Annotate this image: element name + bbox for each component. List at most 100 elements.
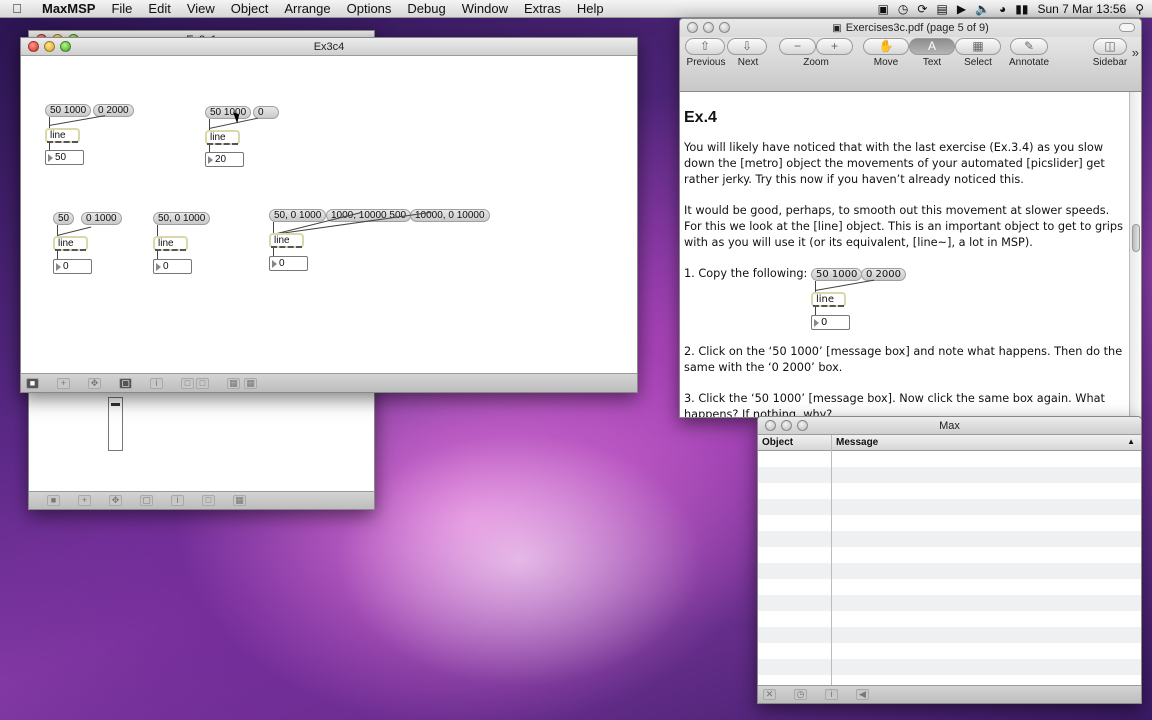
move-icon[interactable]: ✥ xyxy=(109,495,122,506)
message-box[interactable]: 50, 0 1000 xyxy=(269,209,327,222)
menu-arrange[interactable]: Arrange xyxy=(276,1,338,16)
close-icon[interactable] xyxy=(765,420,776,431)
slider-knob[interactable] xyxy=(111,403,120,406)
line-object[interactable]: line xyxy=(53,236,88,251)
menu-file[interactable]: File xyxy=(103,1,140,16)
info-icon[interactable]: i xyxy=(150,377,163,389)
lock-icon[interactable]: ■ xyxy=(26,377,39,389)
message-box[interactable]: 10000, 0 10000 xyxy=(410,209,490,222)
move-tool-button[interactable]: ✋ xyxy=(863,38,909,55)
display-icon[interactable]: ▤ xyxy=(936,2,947,16)
select-tool-button[interactable]: ▦ xyxy=(955,38,1001,55)
annotate-label: Annotate xyxy=(1008,57,1050,68)
zoom-label: Zoom xyxy=(803,57,829,68)
wifi-icon[interactable]: ◕ xyxy=(999,2,1006,16)
volume-icon[interactable]: 🔈 xyxy=(975,2,990,16)
add-icon[interactable]: + xyxy=(57,377,70,389)
max-console-window[interactable]: Max Object Message ▲ ✕ ◷ i ◀ xyxy=(757,416,1142,704)
number-box[interactable]: 0 xyxy=(153,259,192,274)
menu-view[interactable]: View xyxy=(179,1,223,16)
battery-icon[interactable]: ▮▮ xyxy=(1015,2,1028,16)
line-object[interactable]: line xyxy=(269,233,304,248)
presentation-icon[interactable]: ▢ xyxy=(119,377,132,389)
clear-icon[interactable]: ✕ xyxy=(763,689,776,700)
snap-icon[interactable]: ▦ xyxy=(244,377,257,389)
example-line-object: line xyxy=(811,292,846,307)
column-message[interactable]: Message xyxy=(836,437,878,448)
zoom-icon[interactable] xyxy=(797,420,808,431)
menu-options[interactable]: Options xyxy=(339,1,400,16)
line-object[interactable]: line xyxy=(45,128,80,143)
grid-icon[interactable]: ▦ xyxy=(233,495,246,506)
scrollbar-thumb[interactable] xyxy=(1132,224,1140,252)
toolbar-overflow-icon[interactable]: » xyxy=(1132,45,1139,60)
message-box[interactable]: 50 1000 xyxy=(205,106,252,119)
toolbar-toggle-icon[interactable] xyxy=(1119,23,1135,32)
message-box[interactable]: 0 1000 xyxy=(81,212,122,225)
grid-icon[interactable]: ▦ xyxy=(227,377,240,389)
annotate-button[interactable]: ✎ xyxy=(1010,38,1048,55)
number-box[interactable]: 20 xyxy=(205,152,244,167)
spotlight-search-icon[interactable]: ⚲ xyxy=(1135,2,1144,16)
info-icon[interactable]: i xyxy=(825,689,838,700)
menu-object[interactable]: Object xyxy=(223,1,277,16)
menu-help[interactable]: Help xyxy=(569,1,612,16)
text-tool-button[interactable]: A xyxy=(909,38,955,55)
menu-window[interactable]: Window xyxy=(454,1,516,16)
slider-widget[interactable] xyxy=(108,397,123,451)
preview-titlebar[interactable]: ▣ Exercises3c.pdf (page 5 of 9) xyxy=(680,19,1141,37)
layer-icon[interactable]: □ xyxy=(202,495,215,506)
add-icon[interactable]: + xyxy=(78,495,91,506)
close-icon[interactable] xyxy=(687,22,698,33)
menu-debug[interactable]: Debug xyxy=(399,1,453,16)
presentation-icon[interactable]: ▢ xyxy=(140,495,153,506)
paragraph: 2. Click on the ‘50 1000’ [message box] … xyxy=(684,345,1123,374)
minimize-icon[interactable] xyxy=(703,22,714,33)
info-icon[interactable]: i xyxy=(171,495,184,506)
patcher-front-titlebar[interactable]: Ex3c4 xyxy=(21,38,637,56)
zoom-icon[interactable] xyxy=(719,22,730,33)
pdf-page[interactable]: Ex.4 You will likely have noticed that w… xyxy=(680,92,1130,417)
sort-arrow-icon[interactable]: ▲ xyxy=(1127,437,1135,446)
zoom-icon[interactable] xyxy=(60,41,71,52)
sidebar-button[interactable]: ◫ xyxy=(1093,38,1127,55)
back-icon[interactable]: ◀ xyxy=(856,689,869,700)
column-object[interactable]: Object xyxy=(762,437,793,448)
console-rows[interactable] xyxy=(758,451,1141,685)
message-box[interactable]: 50, 0 1000 xyxy=(153,212,211,225)
number-box[interactable]: 0 xyxy=(269,256,308,271)
vertical-scrollbar[interactable] xyxy=(1129,92,1141,417)
number-box[interactable]: 50 xyxy=(45,150,84,165)
line-object[interactable]: line xyxy=(153,236,188,251)
camera-icon[interactable]: ▣ xyxy=(878,2,889,16)
minimize-icon[interactable] xyxy=(44,41,55,52)
move-label: Move xyxy=(873,57,899,68)
move-icon[interactable]: ✥ xyxy=(88,377,101,389)
preview-window[interactable]: ▣ Exercises3c.pdf (page 5 of 9) ⇧ ⇩ − + … xyxy=(679,18,1142,418)
layer-icon[interactable]: □ xyxy=(181,377,194,389)
play-icon[interactable]: ▶ xyxy=(957,2,966,16)
menu-clock[interactable]: Sun 7 Mar 13:56 xyxy=(1037,2,1126,16)
zoom-out-button[interactable]: − xyxy=(779,38,816,55)
close-icon[interactable] xyxy=(28,41,39,52)
number-box[interactable]: 0 xyxy=(53,259,92,274)
menu-extras[interactable]: Extras xyxy=(516,1,569,16)
apple-menu-icon[interactable]:  xyxy=(0,1,34,16)
layer-back-icon[interactable]: □ xyxy=(196,377,209,389)
zoom-in-button[interactable]: + xyxy=(816,38,853,55)
message-box[interactable]: 50 1000 xyxy=(45,104,92,117)
patcher-window-front[interactable]: Ex3c4 50 1000 0 2000 line 50 50 1000 0 l… xyxy=(20,37,638,393)
previous-button[interactable]: ⇧ xyxy=(685,38,725,55)
message-box[interactable]: 50 xyxy=(53,212,75,225)
menu-app[interactable]: MaxMSP xyxy=(34,1,103,16)
menu-edit[interactable]: Edit xyxy=(140,1,178,16)
console-titlebar[interactable]: Max xyxy=(758,417,1141,435)
line-object[interactable]: line xyxy=(205,130,240,145)
time-machine-icon[interactable]: ◷ xyxy=(898,2,908,16)
lock-icon[interactable]: ■ xyxy=(47,495,60,506)
sidebar-label: Sidebar xyxy=(1092,57,1128,68)
next-button[interactable]: ⇩ xyxy=(727,38,767,55)
minimize-icon[interactable] xyxy=(781,420,792,431)
sync-icon[interactable]: ⟳ xyxy=(917,2,927,16)
clock-icon[interactable]: ◷ xyxy=(794,689,807,700)
